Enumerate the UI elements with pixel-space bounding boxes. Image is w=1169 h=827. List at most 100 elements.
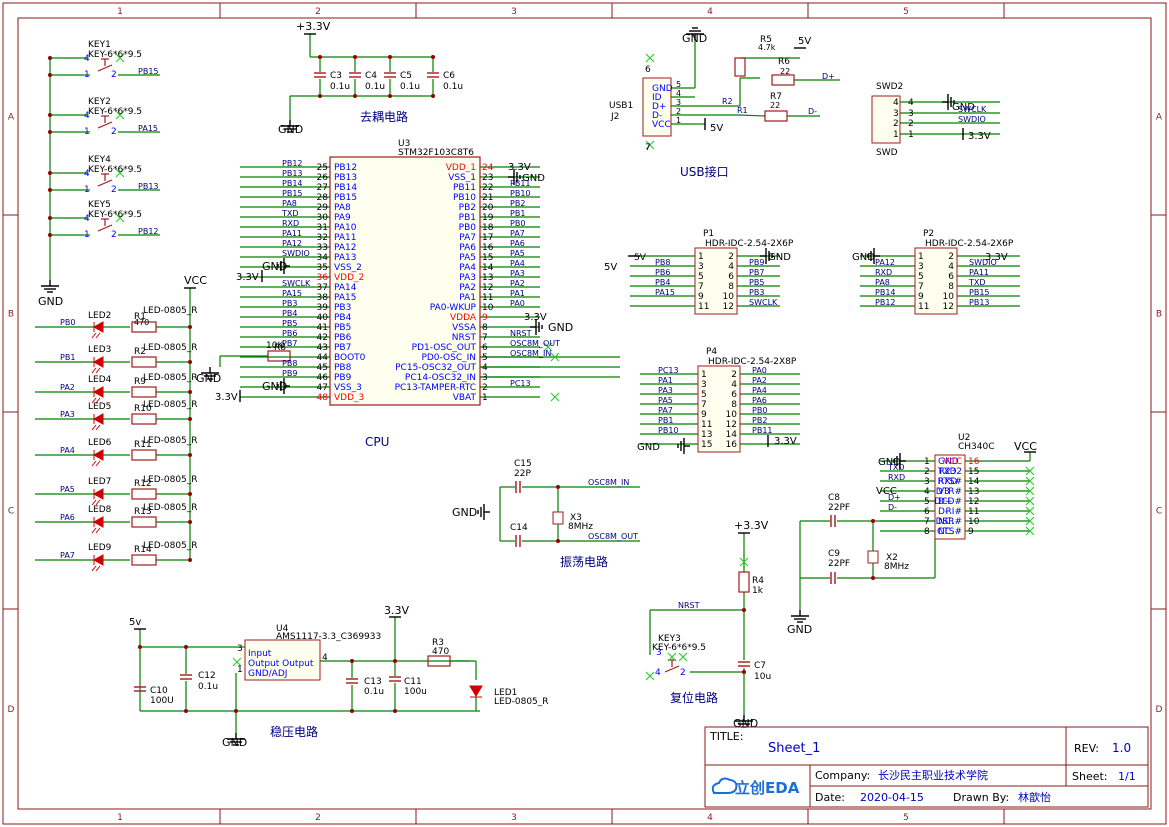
header-pin-num: 3 [701, 380, 707, 390]
border-col-label: 5 [903, 7, 909, 17]
section-regulator: 稳压电路 [270, 724, 318, 739]
usb-pin-num: 7 [645, 143, 651, 153]
ch340-c9: C9 [828, 549, 840, 559]
cap-ref: C3 [330, 71, 342, 81]
header-net-r: PB11 [752, 426, 773, 435]
cpu-pin-name: PB8 [334, 363, 352, 373]
led-resistor [131, 356, 157, 368]
cpu-net: PB0 [510, 219, 525, 228]
cpu-pin-name: PA3 [459, 273, 476, 283]
swd-pin-num2: 1 [908, 130, 914, 140]
reg-c10: C10 [150, 686, 168, 696]
header-pin-num: 6 [731, 390, 737, 400]
reg-c11v: 100u [404, 687, 427, 697]
sheet-value: 1/1 [1118, 770, 1136, 783]
cpu-pin-name: VDD_2 [334, 273, 364, 283]
junction-dot [318, 94, 322, 98]
key-pin: 1 [84, 127, 90, 137]
led-net: PA7 [60, 551, 75, 560]
title-block: TITLE: Sheet_1 REV: 1.0 立创EDA Company: 长… [704, 726, 1149, 808]
cpu-pin-name: PA10 [334, 223, 357, 233]
border-row-label: C [8, 507, 14, 517]
led-ref: LED3 [88, 345, 111, 355]
boot-value: 10K [266, 341, 284, 351]
key-pin: 2 [111, 230, 117, 240]
header-pin-num: 13 [701, 430, 712, 440]
cpu-net: PC13 [510, 379, 531, 388]
header-pin-num: 2 [728, 252, 734, 262]
reset-c7: C7 [754, 661, 766, 671]
led-body [92, 321, 104, 333]
junction-dot [48, 188, 52, 192]
header-pin-num: 5 [701, 390, 707, 400]
header-pin-num: 4 [948, 262, 954, 272]
led-ref: LED4 [88, 375, 112, 385]
cpu-net: PA4 [510, 259, 525, 268]
usb-pin-num: 6 [645, 65, 651, 75]
junction-dot [188, 325, 192, 329]
cpu-pin-name: PA12 [334, 243, 356, 253]
led-body [92, 516, 104, 528]
no-connect-icon [645, 671, 655, 681]
junction-dot [742, 608, 746, 612]
ch340-net: D+ [888, 493, 901, 502]
border-col-label: 4 [707, 813, 713, 823]
reg-pin-num: 3 [237, 644, 243, 654]
cpu-net: PB4 [282, 309, 297, 318]
reg-vout: 3.3V [384, 604, 409, 617]
cpu-net: PB6 [282, 329, 297, 338]
decoupling-gnd: GND [278, 123, 303, 136]
cpu-net: PB2 [510, 199, 525, 208]
cpu-pin-name: VSS_3 [334, 383, 362, 393]
key-net: PB13 [138, 182, 159, 191]
osc-out: OSC8M_OUT [588, 532, 638, 541]
led-body [92, 413, 104, 425]
junction-dot [234, 709, 238, 713]
p1-gnd: GND [768, 252, 791, 263]
cpu-pin-num: 34 [317, 253, 329, 263]
logo-text: 立创EDA [735, 779, 800, 797]
key-net: PB12 [138, 227, 159, 236]
usb-conn: J2 [610, 112, 619, 122]
usb-ref: USB1 [609, 101, 633, 111]
header-net-l: PB1 [658, 416, 673, 425]
no-connect-icon [550, 392, 560, 402]
cpu-pin-name: VBAT [453, 393, 477, 403]
cpu-pin-name: PA9 [334, 213, 351, 223]
cpu-gnd-label: GND [262, 380, 287, 393]
led-net: PA4 [60, 446, 75, 455]
key-switch-icon [97, 218, 113, 232]
reg-gnd-pin: GND/ADJ [248, 669, 287, 679]
border-col-label: 1 [117, 7, 123, 17]
led-body [92, 449, 104, 461]
led-ray [91, 565, 97, 572]
key-pin: 2 [111, 185, 117, 195]
led-net: PB1 [60, 353, 75, 362]
ch340-pin-num: 1 [924, 457, 930, 467]
p2-33v: 3.3V [985, 252, 1008, 263]
cpu-pin-num: 48 [317, 393, 329, 403]
ground-icon [677, 438, 690, 454]
header-pin-num: 2 [948, 252, 954, 262]
header-pin-num: 5 [698, 272, 704, 282]
key-pin: 1 [84, 70, 90, 80]
ch340-net: D- [888, 503, 897, 512]
swd-pin-num2: 3 [908, 109, 914, 119]
cpu-pin-num: 10 [482, 303, 494, 313]
sheet-border [2, 2, 1167, 825]
swd-net: SWCLK [958, 105, 987, 114]
reset-pin: 4 [655, 668, 661, 678]
capacitor [180, 674, 192, 680]
led-value: LED-0805_R [143, 436, 198, 446]
key-net: PA15 [138, 124, 158, 133]
ch340-pin-num: 16 [968, 457, 980, 467]
cpu-pin-name: PD1-OSC_OUT [412, 343, 477, 353]
cpu-pin-num: 42 [317, 333, 328, 343]
ch340-pin-num: 6 [924, 507, 930, 517]
reset-power: +3.3V [734, 519, 769, 532]
ch340-pin-name: CTS# [937, 527, 962, 537]
cpu-pin-num: 38 [317, 293, 329, 303]
cpu-net: PA7 [510, 229, 525, 238]
header-pin-num: 2 [731, 370, 737, 380]
cpu-pin-num: 23 [482, 173, 493, 183]
